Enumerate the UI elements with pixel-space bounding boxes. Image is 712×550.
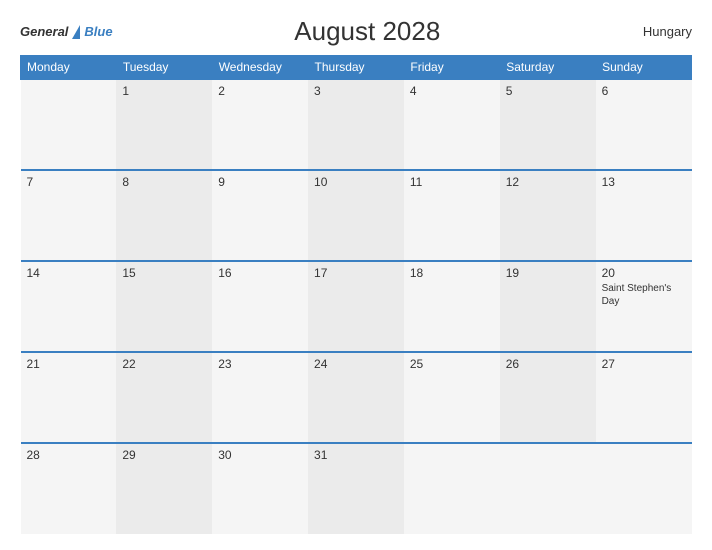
- calendar-day-cell: 9: [212, 170, 308, 261]
- calendar-day-cell: 11: [404, 170, 500, 261]
- calendar-day-cell: 4: [404, 79, 500, 170]
- calendar-day-cell: 28: [21, 443, 117, 534]
- calendar-day-cell: 22: [116, 352, 212, 443]
- day-number: 15: [122, 266, 206, 280]
- day-number: 10: [314, 175, 398, 189]
- calendar-week-row: 123456: [21, 79, 692, 170]
- calendar-day-cell: 13: [596, 170, 692, 261]
- country-label: Hungary: [622, 24, 692, 39]
- calendar-title: August 2028: [113, 16, 622, 47]
- day-number: 21: [27, 357, 111, 371]
- calendar-day-cell: 23: [212, 352, 308, 443]
- calendar-day-cell: 25: [404, 352, 500, 443]
- day-number: 27: [602, 357, 686, 371]
- calendar-day-cell: 17: [308, 261, 404, 352]
- day-number: 5: [506, 84, 590, 98]
- logo-triangle-icon: [72, 25, 80, 39]
- day-number: 9: [218, 175, 302, 189]
- day-number: 24: [314, 357, 398, 371]
- calendar-day-cell: 18: [404, 261, 500, 352]
- calendar-day-cell: 6: [596, 79, 692, 170]
- day-number: 14: [27, 266, 111, 280]
- calendar-day-cell: 3: [308, 79, 404, 170]
- calendar-day-cell: 14: [21, 261, 117, 352]
- calendar-day-cell: 16: [212, 261, 308, 352]
- day-number: 19: [506, 266, 590, 280]
- calendar-day-cell: 1: [116, 79, 212, 170]
- calendar-day-cell: 12: [500, 170, 596, 261]
- calendar-page: General Blue August 2028 Hungary MondayT…: [0, 0, 712, 550]
- calendar-header: General Blue August 2028 Hungary: [20, 16, 692, 47]
- calendar-week-row: 28 29 30 31: [21, 443, 692, 534]
- day-number: 6: [602, 84, 686, 98]
- calendar-day-cell: 27: [596, 352, 692, 443]
- calendar-day-cell: 8: [116, 170, 212, 261]
- calendar-day-cell: 10: [308, 170, 404, 261]
- calendar-day-cell: [21, 79, 117, 170]
- weekday-header-row: MondayTuesdayWednesdayThursdayFridaySatu…: [21, 56, 692, 80]
- holiday-name: Saint Stephen's Day: [602, 282, 686, 308]
- day-number: 20: [602, 266, 686, 280]
- day-number: 28: [27, 448, 111, 462]
- calendar-day-cell: 20 Saint Stephen's Day: [596, 261, 692, 352]
- calendar-day-cell: 24: [308, 352, 404, 443]
- day-number: 13: [602, 175, 686, 189]
- calendar-week-row: 14 15 16 17 18 19 20 Saint Stephen's Day: [21, 261, 692, 352]
- day-number: 18: [410, 266, 494, 280]
- calendar-day-cell: [500, 443, 596, 534]
- day-number: 11: [410, 175, 494, 189]
- calendar-day-cell: 30: [212, 443, 308, 534]
- calendar-day-cell: 2: [212, 79, 308, 170]
- logo-blue-text: Blue: [84, 24, 112, 39]
- day-number: 12: [506, 175, 590, 189]
- weekday-header-cell: Wednesday: [212, 56, 308, 80]
- day-number: 16: [218, 266, 302, 280]
- day-number: 23: [218, 357, 302, 371]
- day-number: 25: [410, 357, 494, 371]
- calendar-day-cell: 7: [21, 170, 117, 261]
- day-number: 8: [122, 175, 206, 189]
- calendar-day-cell: 26: [500, 352, 596, 443]
- calendar-day-cell: 29: [116, 443, 212, 534]
- logo: General Blue: [20, 24, 113, 39]
- calendar-day-cell: 31: [308, 443, 404, 534]
- weekday-header-cell: Monday: [21, 56, 117, 80]
- weekday-header-cell: Thursday: [308, 56, 404, 80]
- calendar-day-cell: [596, 443, 692, 534]
- weekday-header-cell: Sunday: [596, 56, 692, 80]
- day-number: 2: [218, 84, 302, 98]
- day-number: 3: [314, 84, 398, 98]
- day-number: 29: [122, 448, 206, 462]
- calendar-week-row: 21 22 23 24 25 26 27: [21, 352, 692, 443]
- calendar-day-cell: [404, 443, 500, 534]
- day-number: 26: [506, 357, 590, 371]
- calendar-table: MondayTuesdayWednesdayThursdayFridaySatu…: [20, 55, 692, 534]
- day-number: 31: [314, 448, 398, 462]
- calendar-week-row: 789 10 11 12 13: [21, 170, 692, 261]
- calendar-day-cell: 5: [500, 79, 596, 170]
- calendar-day-cell: 19: [500, 261, 596, 352]
- calendar-day-cell: 21: [21, 352, 117, 443]
- day-number: 7: [27, 175, 111, 189]
- day-number: 1: [122, 84, 206, 98]
- weekday-header-cell: Saturday: [500, 56, 596, 80]
- day-number: 22: [122, 357, 206, 371]
- day-number: 30: [218, 448, 302, 462]
- weekday-header-cell: Tuesday: [116, 56, 212, 80]
- day-number: 4: [410, 84, 494, 98]
- day-number: 17: [314, 266, 398, 280]
- weekday-header-cell: Friday: [404, 56, 500, 80]
- logo-general-text: General: [20, 24, 68, 39]
- calendar-day-cell: 15: [116, 261, 212, 352]
